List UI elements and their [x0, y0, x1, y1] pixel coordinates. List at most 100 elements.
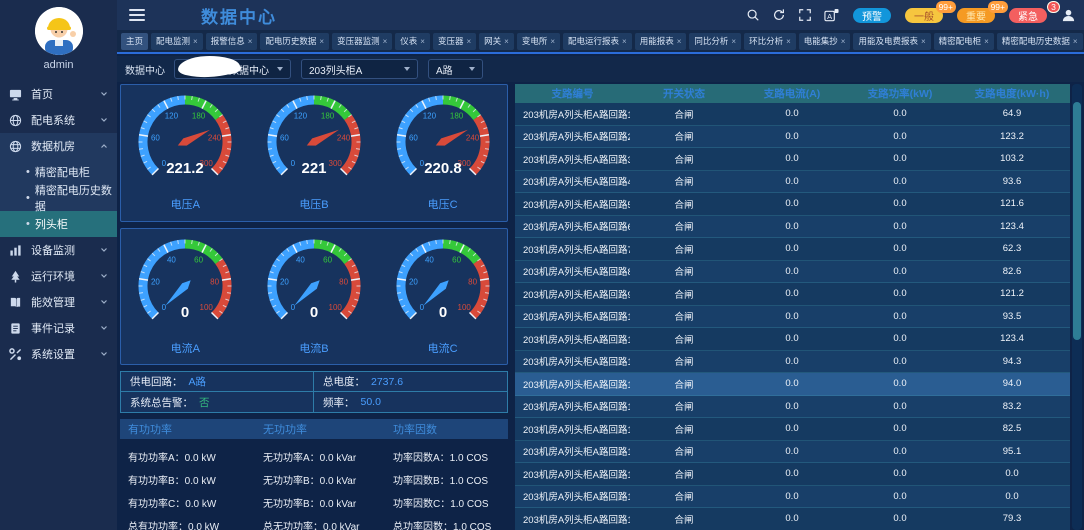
translate-icon[interactable]: A — [824, 8, 839, 23]
close-icon[interactable]: × — [248, 37, 253, 46]
cell-energy: 79.3 — [954, 513, 1070, 524]
sidebar-item-device-monitor[interactable]: 设备监测 — [0, 237, 117, 263]
cell-state: 合闸 — [630, 399, 738, 413]
table-row[interactable]: 203机房A列头柜A路回路9合闸0.00.0121.2 — [515, 283, 1070, 306]
tab-energy-collect[interactable]: 电能集抄× — [799, 33, 851, 50]
tab-energy-report[interactable]: 用能报表× — [635, 33, 687, 50]
table-row[interactable]: 203机房A列头柜A路回路16合闸0.00.095.1 — [515, 441, 1070, 464]
tab-mom-analysis[interactable]: 环比分析× — [744, 33, 796, 50]
alarm-button-important[interactable]: 重要99+ — [957, 8, 995, 23]
sidebar-item-energy-mgmt[interactable]: 能效管理 — [0, 289, 117, 315]
tab-gateway[interactable]: 网关× — [479, 33, 514, 50]
sidebar-subitem-precision-history[interactable]: •精密配电历史数据 — [0, 185, 117, 211]
datacenter-select[interactable]: 数据中心 — [174, 59, 291, 79]
table-row[interactable]: 203机房A列头柜A路回路13合闸0.00.094.0 — [515, 373, 1070, 396]
cell-name: 203机房A列头柜A路回路14 — [515, 399, 630, 413]
sidebar-item-sys-settings[interactable]: 系统设置 — [0, 341, 117, 367]
search-icon[interactable] — [746, 8, 760, 22]
bullet-icon: • — [26, 166, 30, 178]
sidebar-item-home[interactable]: 首页 — [0, 81, 117, 107]
alarm-button-warning[interactable]: 预警 — [853, 8, 891, 23]
tab-home[interactable]: 主页 — [121, 33, 148, 50]
sidebar-subitem-column-cabinet[interactable]: •列头柜 — [0, 211, 117, 237]
close-icon[interactable]: × — [677, 37, 682, 46]
tab-meter[interactable]: 仪表× — [395, 33, 430, 50]
hamburger-icon[interactable] — [129, 6, 145, 24]
chevron-down-icon — [277, 67, 283, 71]
close-icon[interactable]: × — [984, 37, 989, 46]
table-scrollbar[interactable] — [1072, 84, 1082, 530]
page-title: 数据中心 — [201, 3, 277, 28]
cell-power: 0.0 — [846, 468, 954, 479]
sidebar-subitem-label: 精密配电历史数据 — [35, 182, 117, 214]
user-icon[interactable] — [1061, 8, 1076, 23]
close-icon[interactable]: × — [420, 37, 425, 46]
tab-energy-fee-report[interactable]: 用能及电费报表× — [853, 33, 930, 50]
refresh-icon[interactable] — [772, 8, 786, 22]
cell-power: 0.0 — [846, 243, 954, 254]
table-row[interactable]: 203机房A列头柜A路回路14合闸0.00.083.2 — [515, 396, 1070, 419]
table-row[interactable]: 203机房A列头柜A路回路3合闸0.00.0103.2 — [515, 148, 1070, 171]
header-toolbar: A 预警一般99+ 重要99+ 紧急3 — [734, 8, 1084, 23]
sidebar-item-event-log[interactable]: 事件记录 — [0, 315, 117, 341]
close-icon[interactable]: × — [193, 37, 198, 46]
power-table-row: 有功功率A：0.0 kW无功功率A：0.0 kVar功率因数A：1.0 COS — [120, 445, 508, 468]
branch-table-header: 支路编号 — [515, 86, 630, 101]
cell-state: 合闸 — [630, 264, 738, 278]
tab-alarm-info[interactable]: 报警信息× — [206, 33, 258, 50]
sidebar-item-run-env[interactable]: 运行环境 — [0, 263, 117, 289]
table-row[interactable]: 203机房A列头柜A路回路8合闸0.00.082.6 — [515, 261, 1070, 284]
avatar[interactable] — [35, 7, 83, 55]
energy-icon — [9, 296, 24, 309]
scrollbar-thumb[interactable] — [1073, 102, 1081, 340]
close-icon[interactable]: × — [1073, 37, 1078, 46]
alarm-button-urgent[interactable]: 紧急3 — [1009, 8, 1047, 23]
close-icon[interactable]: × — [319, 37, 324, 46]
circuit-select[interactable]: A路 — [428, 59, 483, 79]
alarm-button-general[interactable]: 一般99+ — [905, 8, 943, 23]
table-row[interactable]: 203机房A列头柜A路回路17合闸0.00.00.0 — [515, 463, 1070, 486]
svg-text:240: 240 — [208, 133, 222, 142]
cell-state: 合闸 — [630, 107, 738, 121]
table-row[interactable]: 203机房A列头柜A路回路1合闸0.00.064.9 — [515, 103, 1070, 126]
tab-precision-cabinet[interactable]: 精密配电柜× — [934, 33, 994, 50]
table-row[interactable]: 203机房A列头柜A路回路5合闸0.00.0121.6 — [515, 193, 1070, 216]
table-row[interactable]: 203机房A列头柜A路回路2合闸0.00.0123.2 — [515, 126, 1070, 149]
power-system-icon — [9, 114, 24, 127]
table-row[interactable]: 203机房A列头柜A路回路7合闸0.00.062.3 — [515, 238, 1070, 261]
tab-substation[interactable]: 变电所× — [517, 33, 560, 50]
close-icon[interactable]: × — [466, 37, 471, 46]
tab-precision-history[interactable]: 精密配电历史数据× — [997, 33, 1083, 50]
tab-transformer-monitor[interactable]: 变压器监测× — [332, 33, 392, 50]
table-row[interactable]: 203机房A列头柜A路回路15合闸0.00.082.5 — [515, 418, 1070, 441]
table-row[interactable]: 203机房A列头柜A路回路12合闸0.00.094.3 — [515, 351, 1070, 374]
cell-name: 203机房A列头柜A路回路1 — [515, 107, 630, 121]
table-row[interactable]: 203机房A列头柜A路回路4合闸0.00.093.6 — [515, 171, 1070, 194]
table-row[interactable]: 203机房A列头柜A路回路10合闸0.00.093.5 — [515, 306, 1070, 329]
tab-power-history[interactable]: 配电历史数据× — [260, 33, 329, 50]
close-icon[interactable]: × — [921, 37, 926, 46]
table-row[interactable]: 203机房A列头柜A路回路11合闸0.00.0123.4 — [515, 328, 1070, 351]
close-icon[interactable]: × — [731, 37, 736, 46]
tab-transformer[interactable]: 变压器× — [433, 33, 476, 50]
table-row[interactable]: 203机房A列头柜A路回路19合闸0.00.079.3 — [515, 508, 1070, 530]
close-icon[interactable]: × — [841, 37, 846, 46]
close-icon[interactable]: × — [622, 37, 627, 46]
cell-state: 合闸 — [630, 219, 738, 233]
table-row[interactable]: 203机房A列头柜A路回路18合闸0.00.00.0 — [515, 486, 1070, 509]
close-icon[interactable]: × — [786, 37, 791, 46]
close-icon[interactable]: × — [383, 37, 388, 46]
sidebar-item-data-room[interactable]: 数据机房 — [0, 133, 117, 159]
fullscreen-icon[interactable] — [798, 8, 812, 22]
chevron-up-icon — [100, 142, 108, 150]
tab-yoy-analysis[interactable]: 同比分析× — [689, 33, 741, 50]
cabinet-select[interactable]: 203列头柜A — [301, 59, 418, 79]
close-icon[interactable]: × — [504, 37, 509, 46]
sidebar-item-power-dist-system[interactable]: 配电系统 — [0, 107, 117, 133]
table-row[interactable]: 203机房A列头柜A路回路6合闸0.00.0123.4 — [515, 216, 1070, 239]
tab-power-monitor[interactable]: 配电监测× — [151, 33, 203, 50]
cell-power: 0.0 — [846, 491, 954, 502]
close-icon[interactable]: × — [550, 37, 555, 46]
tab-label: 用能报表 — [640, 35, 674, 47]
tab-power-run-report[interactable]: 配电运行报表× — [563, 33, 632, 50]
